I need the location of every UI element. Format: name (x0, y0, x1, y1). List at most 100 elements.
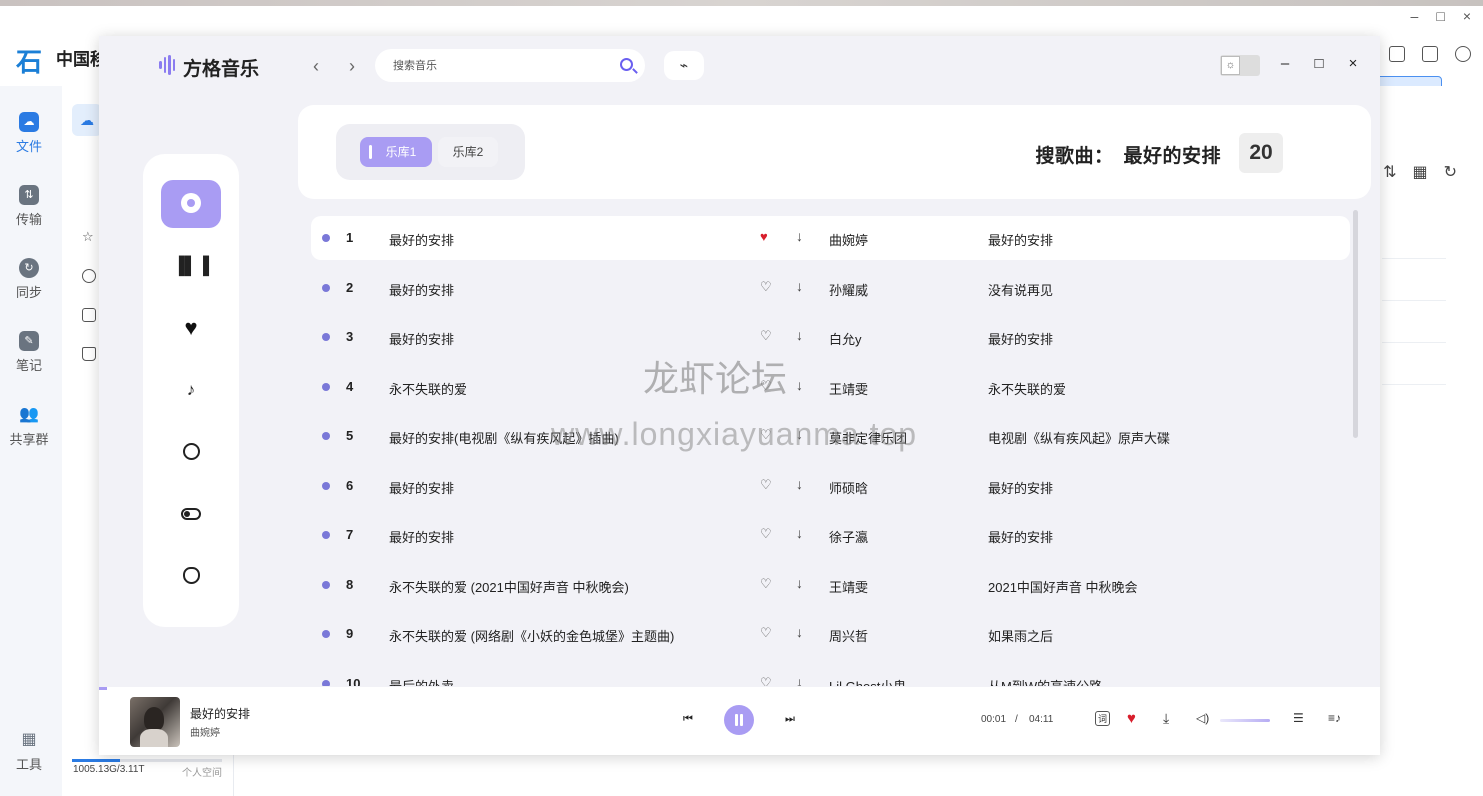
background-app-logo: 石 (16, 48, 43, 78)
background-close-button[interactable]: × (1463, 8, 1471, 24)
nav-profile[interactable] (161, 552, 221, 600)
refresh-icon[interactable]: ↻ (1444, 162, 1457, 182)
song-artist[interactable]: 徐子瀛 (829, 527, 868, 546)
like-heart-icon[interactable]: ♥ (760, 229, 768, 244)
song-artist[interactable]: 孙耀威 (829, 280, 868, 299)
download-icon[interactable]: ↓ (796, 624, 803, 640)
download-icon[interactable]: ↓ (796, 476, 803, 492)
song-album[interactable]: 最好的安排 (988, 230, 1053, 249)
song-row[interactable]: 10 最后的外卖 ♡ ↓ Lil Ghost小鬼 从M到W的高速公路 (311, 662, 1350, 687)
like-current-heart-icon[interactable]: ♥ (1127, 710, 1136, 727)
song-album[interactable]: 永不失联的爱 (988, 379, 1066, 398)
tab-library-1[interactable]: 乐库1 (360, 137, 432, 167)
star-icon[interactable]: ☆ (82, 230, 96, 244)
minimize-button[interactable]: – (1277, 55, 1293, 72)
theme-toggle[interactable]: ☼ (1220, 55, 1260, 76)
background-nav-tools[interactable]: ▦ 工具 (0, 730, 58, 773)
background-nav-files[interactable]: ☁ 文件 (0, 112, 58, 155)
search-input[interactable] (393, 56, 613, 76)
volume-icon[interactable]: ◁) (1196, 711, 1209, 725)
download-icon[interactable]: ↓ (796, 327, 803, 343)
background-maximize-button[interactable]: □ (1436, 8, 1444, 24)
background-nav-sync[interactable]: ↻ 同步 (0, 258, 58, 301)
nav-settings[interactable] (161, 490, 221, 538)
lyrics-icon[interactable]: 词 (1095, 711, 1111, 726)
share-icon[interactable] (82, 269, 96, 283)
song-artist[interactable]: 白允y (829, 329, 862, 348)
download-icon[interactable]: ↓ (796, 525, 803, 541)
download-icon[interactable]: ↓ (796, 228, 803, 244)
background-minimize-button[interactable]: – (1411, 8, 1419, 24)
song-row[interactable]: 2 最好的安排 ♡ ↓ 孙耀威 没有说再见 (311, 266, 1350, 310)
song-index: 8 (346, 576, 354, 592)
song-row[interactable]: 1 最好的安排 ♥ ↓ 曲婉婷 最好的安排 (311, 216, 1350, 260)
album-cover[interactable] (130, 697, 180, 747)
pulse-button[interactable]: ⌁ (664, 51, 704, 80)
song-row[interactable]: 6 最好的安排 ♡ ↓ 师硕晗 最好的安排 (311, 464, 1350, 508)
download-icon[interactable]: ↓ (796, 674, 803, 687)
song-album[interactable]: 没有说再见 (988, 280, 1053, 299)
background-nav-transfer[interactable]: ⇅ 传输 (0, 185, 58, 228)
previous-track-icon[interactable]: ⏮ (683, 713, 693, 726)
song-artist[interactable]: Lil Ghost小鬼 (829, 676, 906, 687)
maximize-button[interactable]: □ (1311, 55, 1327, 72)
playback-progress[interactable] (99, 687, 107, 690)
song-row[interactable]: 7 最好的安排 ♡ ↓ 徐子瀛 最好的安排 (311, 513, 1350, 557)
cloud-drive-icon[interactable]: ☁ (72, 104, 102, 136)
pause-button[interactable] (724, 705, 754, 735)
safe-icon[interactable] (82, 308, 96, 322)
gift-icon[interactable] (1389, 46, 1405, 62)
download-current-icon[interactable]: ⤓ (1163, 710, 1169, 727)
nav-favorites[interactable]: ♥ (161, 304, 221, 352)
sort-icon[interactable]: ⇅ (1383, 162, 1396, 182)
time-separator: / (1015, 714, 1018, 725)
song-row[interactable]: 9 永不失联的爱 (网络剧《小妖的金色城堡》主题曲) ♡ ↓ 周兴哲 如果雨之后 (311, 612, 1350, 656)
trash-icon[interactable] (82, 347, 96, 361)
like-heart-icon[interactable]: ♡ (760, 675, 772, 687)
song-album[interactable]: 从M到W的高速公路 (988, 676, 1102, 687)
nav-charts[interactable]: ▐▌▐ (161, 242, 221, 290)
search-icon[interactable] (620, 58, 633, 71)
song-album[interactable]: 最好的安排 (988, 527, 1053, 546)
background-nav-groups[interactable]: 👥 共享群 (0, 405, 58, 448)
song-row[interactable]: 4 永不失联的爱 ♡ ↓ 王靖雯 永不失联的爱 (311, 365, 1350, 409)
like-heart-icon[interactable]: ♡ (760, 328, 772, 344)
song-album[interactable]: 电视剧《纵有疾风起》原声大碟 (988, 428, 1170, 447)
song-album[interactable]: 最好的安排 (988, 329, 1053, 348)
like-heart-icon[interactable]: ♡ (760, 526, 772, 542)
song-album[interactable]: 如果雨之后 (988, 626, 1053, 645)
song-album[interactable]: 2021中国好声音 中秋晚会 (988, 577, 1138, 596)
nav-music[interactable]: ♪ (161, 366, 221, 414)
nav-library[interactable] (161, 180, 221, 228)
forward-button[interactable]: › (342, 56, 362, 77)
back-button[interactable]: ‹ (306, 56, 326, 77)
tools-icon: ▦ (21, 731, 37, 748)
like-heart-icon[interactable]: ♡ (760, 279, 772, 295)
download-icon[interactable]: ↓ (796, 278, 803, 294)
song-artist[interactable]: 王靖雯 (829, 379, 868, 398)
mail-icon[interactable] (1422, 46, 1438, 62)
song-artist[interactable]: 王靖雯 (829, 577, 868, 596)
close-button[interactable]: × (1345, 55, 1361, 72)
download-icon[interactable]: ↓ (796, 377, 803, 393)
nav-record[interactable] (161, 428, 221, 476)
playlist-icon[interactable]: ☰ (1293, 711, 1304, 725)
download-icon[interactable]: ↓ (796, 575, 803, 591)
grid-view-icon[interactable]: ▦ (1412, 162, 1427, 182)
like-heart-icon[interactable]: ♡ (760, 477, 772, 493)
tab-library-2[interactable]: 乐库2 (438, 137, 498, 167)
queue-icon[interactable]: ≡♪ (1328, 711, 1341, 725)
next-track-icon[interactable]: ⏭ (785, 713, 795, 726)
like-heart-icon[interactable]: ♡ (760, 576, 772, 592)
song-album[interactable]: 最好的安排 (988, 478, 1053, 497)
like-heart-icon[interactable]: ♡ (760, 625, 772, 641)
song-artist[interactable]: 周兴哲 (829, 626, 868, 645)
song-artist[interactable]: 曲婉婷 (829, 230, 868, 249)
settings-icon[interactable] (1455, 46, 1471, 62)
song-row[interactable]: 3 最好的安排 ♡ ↓ 白允y 最好的安排 (311, 315, 1350, 359)
song-row[interactable]: 8 永不失联的爱 (2021中国好声音 中秋晚会) ♡ ↓ 王靖雯 2021中国… (311, 563, 1350, 607)
song-artist[interactable]: 师硕晗 (829, 478, 868, 497)
volume-slider[interactable] (1220, 719, 1270, 722)
song-list-scrollbar[interactable] (1353, 210, 1358, 438)
background-nav-notes[interactable]: ✎ 笔记 (0, 331, 58, 374)
